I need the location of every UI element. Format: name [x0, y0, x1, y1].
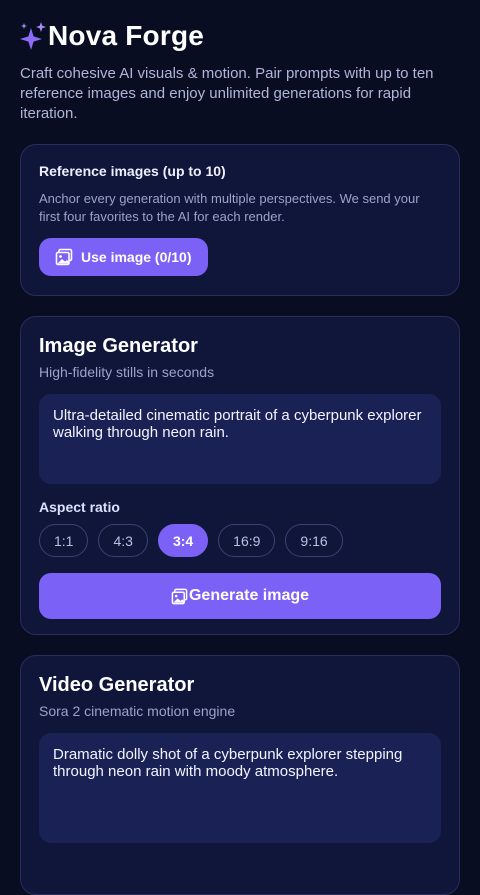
- aspect-ratio-group: 1:1 4:3 3:4 16:9 9:16: [39, 524, 441, 557]
- image-icon: [55, 248, 73, 266]
- ratio-3-4-button[interactable]: 3:4: [157, 524, 209, 557]
- app-title: Nova Forge: [48, 20, 205, 51]
- image-generator-subtitle: High-fidelity stills in seconds: [39, 364, 215, 380]
- reference-description: Anchor every generation with multiple pe…: [39, 191, 420, 224]
- app-header: Nova Forge: [20, 18, 460, 54]
- use-image-label: Use image (0/10): [81, 249, 192, 265]
- app-root: Nova Forge Craft cohesive AI visuals & m…: [0, 18, 480, 895]
- video-generator-card: Video Generator Sora 2 cinematic motion …: [20, 655, 460, 895]
- aspect-ratio-label: Aspect ratio: [39, 499, 120, 515]
- ratio-4-3-button[interactable]: 4:3: [98, 524, 148, 557]
- ratio-9-16-button[interactable]: 9:16: [285, 524, 343, 557]
- video-generator-title: Video Generator: [39, 674, 195, 696]
- ratio-1-1-button[interactable]: 1:1: [39, 524, 89, 557]
- image-prompt-input[interactable]: Ultra-detailed cinematic portrait of a c…: [39, 394, 441, 484]
- sparkles-icon: [20, 22, 46, 50]
- generate-image-button[interactable]: Generate image: [39, 573, 441, 619]
- reference-images-card: Reference images (up to 10) Anchor every…: [20, 144, 460, 296]
- app-tagline: Craft cohesive AI visuals & motion. Pair…: [20, 65, 434, 122]
- ratio-16-9-button[interactable]: 16:9: [218, 524, 276, 557]
- image-generator-title: Image Generator: [39, 335, 198, 357]
- generate-image-label: Generate image: [188, 587, 310, 604]
- video-generator-subtitle: Sora 2 cinematic motion engine: [39, 703, 236, 719]
- reference-title: Reference images (up to 10): [39, 163, 226, 179]
- video-prompt-input[interactable]: Dramatic dolly shot of a cyberpunk explo…: [39, 733, 441, 843]
- image-generator-card: Image Generator High-fidelity stills in …: [20, 316, 460, 635]
- use-image-button[interactable]: Use image (0/10): [39, 238, 208, 276]
- image-icon: [171, 588, 188, 604]
